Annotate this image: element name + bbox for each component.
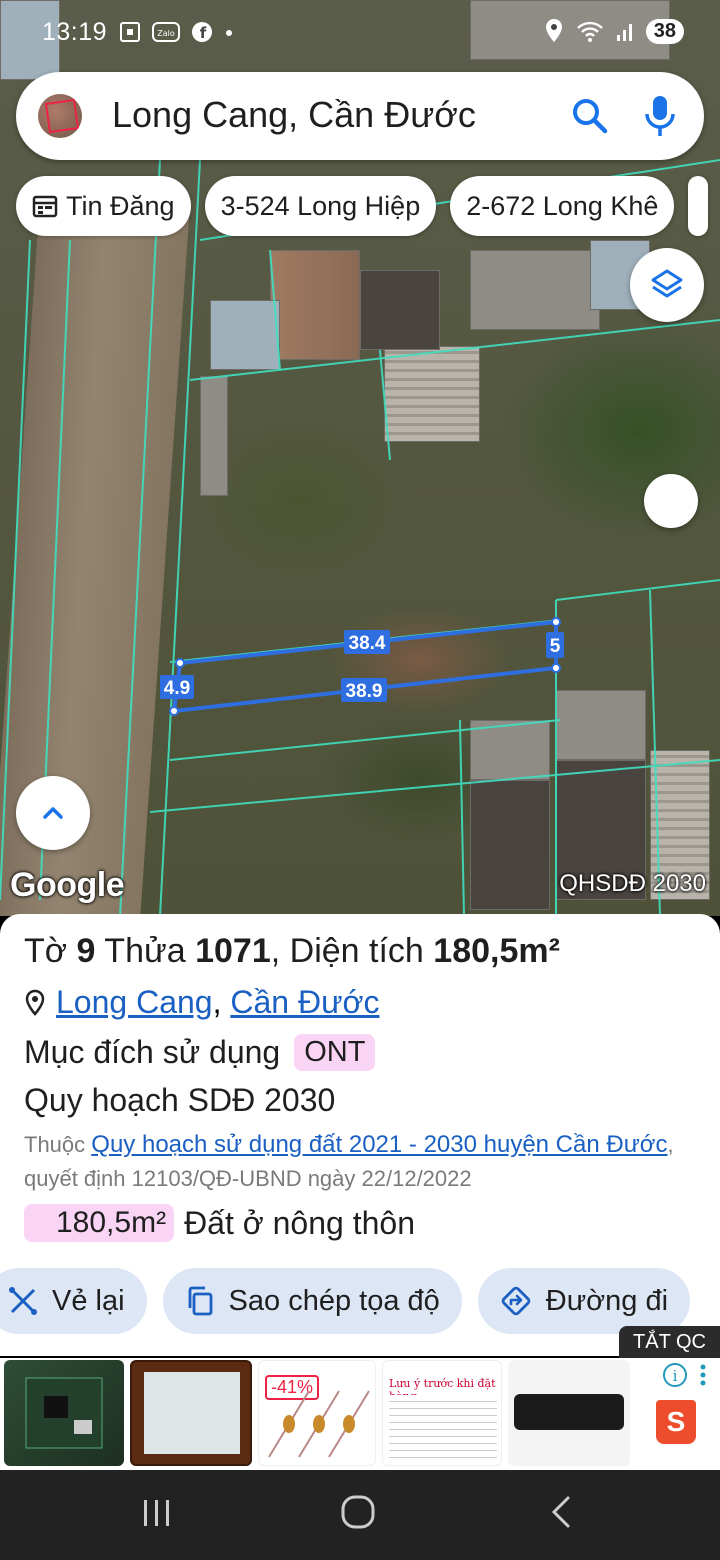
copy-label: Sao chép tọa độ xyxy=(228,1284,440,1317)
directions-button[interactable]: Đường đi xyxy=(477,1268,691,1334)
location-pin-icon xyxy=(25,989,45,1016)
chip-long-hiep[interactable]: 3-524 Long Hiệp xyxy=(204,176,437,236)
map-view[interactable]: 38.4 38.9 4.9 5 13:19 Zalo f 38 Long Can… xyxy=(0,0,720,916)
measure-left: 4.9 xyxy=(164,678,190,699)
purpose-badge: ONT xyxy=(294,1034,376,1071)
info-icon[interactable]: i xyxy=(662,1362,688,1388)
belongs-label: Thuộc xyxy=(24,1132,86,1157)
layer-label: QHSDĐ 2030 xyxy=(559,870,706,897)
redraw-icon xyxy=(9,1287,37,1315)
search-icon[interactable] xyxy=(570,96,610,136)
link-can-duoc[interactable]: Cần Đước xyxy=(230,984,379,1020)
measure-bottom: 38.9 xyxy=(346,681,383,702)
redraw-label: Vẻ lại xyxy=(52,1284,125,1317)
location-separator: , xyxy=(212,984,222,1020)
parcel-thumbnail[interactable] xyxy=(38,94,82,138)
more-vertical-icon[interactable] xyxy=(698,1362,708,1388)
facebook-icon: f xyxy=(192,22,212,42)
ad-notice[interactable]: Lưu ý trước khi đặt hàng xyxy=(382,1360,502,1466)
decision-text: quyết định 12103/QĐ-UBND ngày 22/12/2022 xyxy=(24,1166,472,1191)
recent-apps-icon[interactable] xyxy=(140,1496,174,1530)
layers-button[interactable] xyxy=(630,248,704,322)
chip-long-khe[interactable]: 2-672 Long Khê xyxy=(450,176,675,236)
search-bar[interactable]: Long Cang, Cần Đước xyxy=(16,72,704,160)
label-to: Tờ xyxy=(24,932,68,970)
land-type-legend: 180,5m² Đất ở nông thôn xyxy=(24,1204,415,1242)
chip-more[interactable] xyxy=(688,176,709,236)
plan-link-suffix: , xyxy=(667,1132,674,1157)
location-icon xyxy=(545,19,562,42)
ad-circuit-board[interactable] xyxy=(4,1360,124,1466)
legend-area: 180,5m² xyxy=(24,1204,175,1242)
legend-type: Đất ở nông thôn xyxy=(184,1204,415,1241)
home-icon[interactable] xyxy=(340,1494,376,1530)
plan-details: Thuộc Quy hoạch sử dụng đất 2021 - 2030 … xyxy=(24,1128,704,1196)
measure-right: 5 xyxy=(550,636,561,657)
ad-toner[interactable] xyxy=(508,1360,630,1466)
expand-button[interactable] xyxy=(16,776,90,850)
calendar-icon xyxy=(32,195,58,218)
screenshot-icon xyxy=(120,22,140,42)
copy-icon xyxy=(188,1286,212,1316)
land-use-purpose: Mục đích sử dụng ONT xyxy=(24,1034,376,1071)
signal-icon xyxy=(616,24,632,41)
directions-label: Đường đi xyxy=(545,1284,669,1317)
ad-shopee[interactable]: i S xyxy=(636,1360,720,1466)
svg-text:f: f xyxy=(200,24,207,42)
link-long-cang[interactable]: Long Cang xyxy=(56,984,213,1020)
chevron-up-icon xyxy=(43,807,63,819)
parcel-location: Long Cang, Cần Đước xyxy=(24,984,379,1021)
chip-label: 3-524 Long Hiệp xyxy=(220,190,421,221)
label-thua: Thửa xyxy=(104,932,186,970)
action-buttons: Vẻ lại Sao chép tọa độ Đường đi xyxy=(0,1268,691,1334)
ad-screen[interactable] xyxy=(130,1360,252,1466)
copy-coordinates-button[interactable]: Sao chép tọa độ xyxy=(162,1268,462,1334)
dot-icon xyxy=(226,30,232,36)
status-time: 13:19 xyxy=(42,18,108,46)
chip-row: Tin Đăng 3-524 Long Hiệp 2-672 Long Khê xyxy=(16,176,709,236)
redraw-button[interactable]: Vẻ lại xyxy=(0,1268,147,1334)
directions-icon xyxy=(501,1286,531,1316)
chip-label: Tin Đăng xyxy=(66,190,175,221)
status-bar: 13:19 Zalo f 38 xyxy=(0,0,720,64)
ad-banner[interactable]: -41% Lưu ý trước khi đặt hàng i S xyxy=(0,1358,720,1470)
parcel-number: 1071 xyxy=(195,932,271,970)
google-logo: Google xyxy=(10,866,125,904)
battery-level: 38 xyxy=(645,18,684,44)
purpose-label: Mục đích sử dụng xyxy=(24,1034,281,1070)
location-dot-button[interactable] xyxy=(644,474,698,528)
parcel-info-sheet: Tờ 9 Thửa 1071, Diện tích 180,5m² Long C… xyxy=(0,914,720,1356)
plan-title: Quy hoạch SDĐ 2030 xyxy=(24,1082,336,1118)
svg-text:i: i xyxy=(673,1367,678,1385)
parcel-title: Tờ 9 Thửa 1071, Diện tích 180,5m² xyxy=(24,932,560,971)
mic-icon[interactable] xyxy=(642,94,678,138)
layers-icon xyxy=(651,269,683,298)
shopee-logo: S xyxy=(656,1400,696,1444)
system-nav-bar xyxy=(0,1470,720,1560)
ad-resistors[interactable]: -41% xyxy=(258,1360,376,1466)
measure-top: 38.4 xyxy=(349,633,386,654)
parcel-area: 180,5m² xyxy=(433,932,560,970)
chip-label: 2-672 Long Khê xyxy=(466,190,659,221)
svg-text:Zalo: Zalo xyxy=(157,29,175,38)
chip-tin-dang[interactable]: Tin Đăng xyxy=(16,176,191,236)
wifi-icon xyxy=(576,21,603,42)
plan-link[interactable]: Quy hoạch sử dụng đất 2021 - 2030 huyện … xyxy=(91,1131,667,1158)
zalo-icon: Zalo xyxy=(152,22,180,42)
back-icon[interactable] xyxy=(546,1494,576,1530)
sheet-number: 9 xyxy=(76,932,96,970)
label-area: , Diện tích xyxy=(270,932,424,970)
search-input[interactable]: Long Cang, Cần Đước xyxy=(112,94,476,136)
close-ad-button[interactable]: TẮT QC xyxy=(619,1326,720,1358)
